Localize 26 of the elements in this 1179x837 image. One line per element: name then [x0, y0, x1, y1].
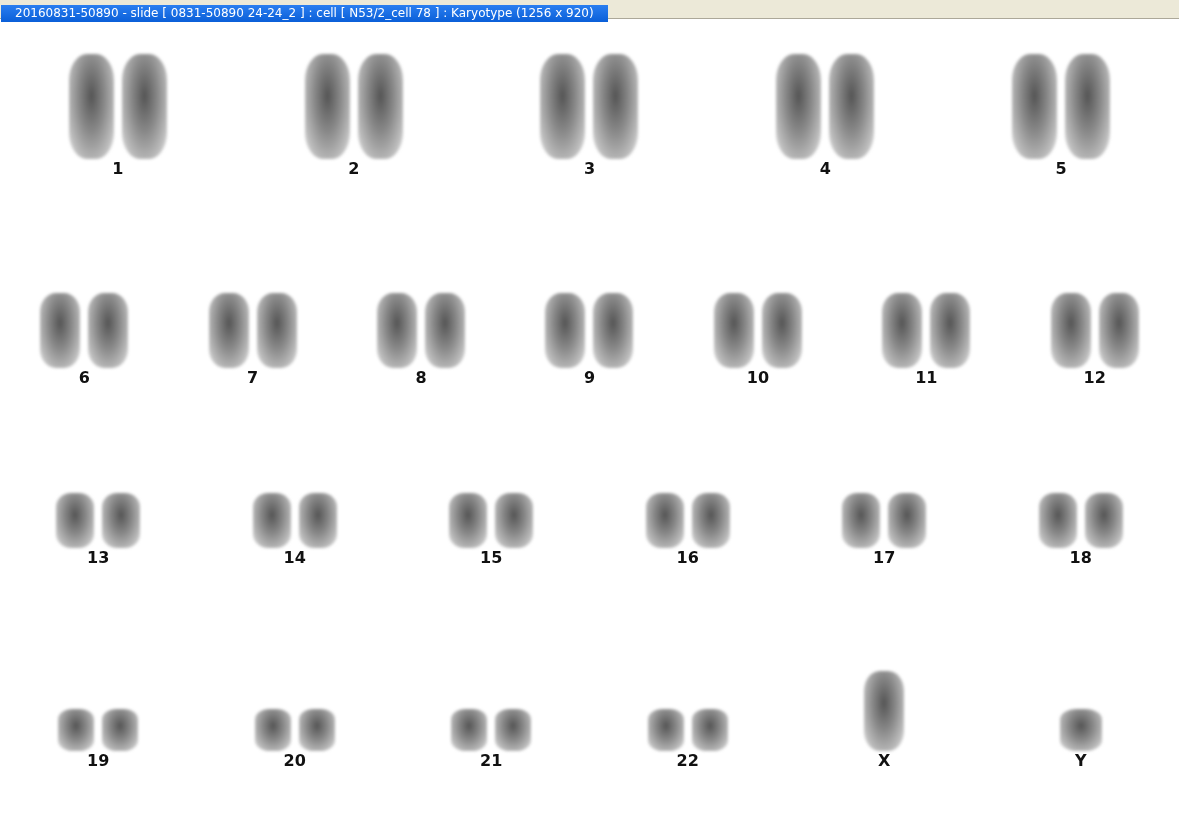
chromosome-number: 20: [283, 751, 306, 771]
chromosome-number: Y: [1074, 751, 1087, 771]
chromosome-number: 7: [247, 368, 259, 388]
chromosome-number: 10: [746, 368, 770, 388]
chromosome-number: 15: [480, 548, 503, 568]
chromosome-number: 22: [676, 751, 699, 771]
chromosome-number: 5: [1055, 159, 1067, 179]
chromosome-number: 11: [915, 368, 938, 388]
chromosome-number: 16: [676, 548, 699, 568]
chromosome-number: 19: [87, 751, 110, 771]
chromosome-number: 9: [583, 368, 596, 388]
chromosome-number: 21: [480, 751, 503, 771]
chromosome-number: 14: [283, 548, 306, 568]
chromosome-number: 13: [87, 548, 110, 568]
chromosome-number: 18: [1069, 548, 1092, 568]
chromosome-number: X: [878, 751, 891, 771]
chromosome-number: 8: [415, 368, 427, 388]
chromosome-number: 2: [348, 159, 360, 179]
window-title: 20160831-50890 - slide [ 0831-50890 24-24_2 ] : cell [ N53/2_cell 78 ] : Karyotype (1256 x 920): [1, 5, 608, 22]
chromosome-number: 12: [1083, 368, 1106, 388]
chromosome-drawing: [1059, 709, 1102, 751]
chromosome-number: 17: [873, 548, 896, 568]
chromosome-number: 4: [819, 159, 831, 179]
chromosome-number: 1: [112, 159, 124, 179]
chromosome-number: 6: [78, 368, 90, 388]
chromosome-number: 3: [583, 159, 596, 179]
